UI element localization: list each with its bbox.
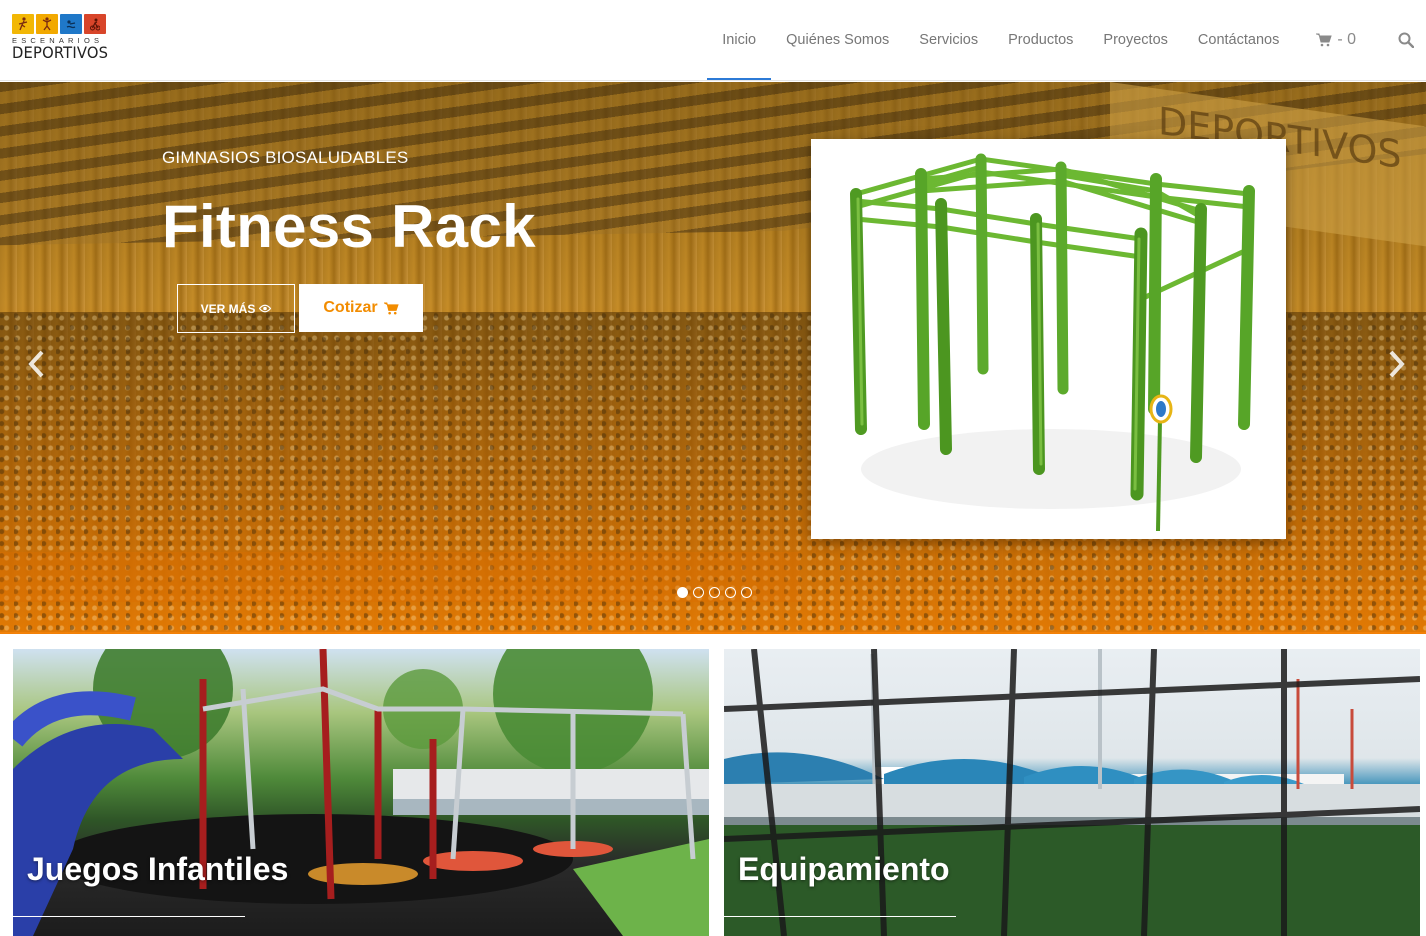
fitness-rack-illustration bbox=[850, 153, 1255, 532]
chevron-left-icon bbox=[28, 350, 44, 378]
logo-tile-swimmer bbox=[60, 14, 82, 34]
logo-tile-runner bbox=[12, 14, 34, 34]
nav-item-proyectos[interactable]: Proyectos bbox=[1088, 0, 1182, 80]
slider-dot-1[interactable] bbox=[677, 587, 688, 598]
logo-tile-gymnast bbox=[36, 14, 58, 34]
nav-item-servicios[interactable]: Servicios bbox=[904, 0, 993, 80]
cart-button[interactable]: - 0 bbox=[1294, 0, 1378, 80]
nav-item-quienes-somos[interactable]: Quiénes Somos bbox=[771, 0, 904, 80]
eye-icon bbox=[259, 304, 272, 313]
ver-mas-label: VER MÁS bbox=[200, 301, 256, 316]
shopping-cart-icon bbox=[383, 301, 399, 314]
main-nav: Inicio Quiénes Somos Servicios Productos… bbox=[707, 0, 1426, 80]
slider-dot-4[interactable] bbox=[725, 587, 736, 598]
search-icon bbox=[1398, 32, 1414, 48]
ver-mas-button[interactable]: VER MÁS bbox=[177, 284, 295, 333]
category-underline bbox=[724, 916, 956, 917]
brand-logo[interactable]: ESCENARIOS DEPORTIVOS bbox=[12, 14, 108, 66]
site-header: ESCENARIOS DEPORTIVOS Inicio Quiénes Som… bbox=[0, 0, 1426, 81]
category-tile-equipamiento[interactable]: Equipamiento bbox=[724, 649, 1420, 936]
product-image-fitness-rack bbox=[811, 139, 1286, 539]
cotizar-button[interactable]: Cotizar bbox=[299, 284, 423, 332]
hero-kicker: GIMNASIOS BIOSALUDABLES bbox=[162, 148, 409, 167]
slider-dot-2[interactable] bbox=[693, 587, 704, 598]
slider-pagination bbox=[677, 587, 752, 598]
shopping-cart-icon bbox=[1316, 33, 1333, 47]
cart-count: - 0 bbox=[1337, 31, 1356, 48]
logo-tile-cyclist bbox=[84, 14, 106, 34]
slider-dot-3[interactable] bbox=[709, 587, 720, 598]
nav-item-inicio[interactable]: Inicio bbox=[707, 0, 771, 80]
category-tile-juegos-infantiles[interactable]: Juegos Infantiles bbox=[13, 649, 709, 936]
playground-photo bbox=[13, 649, 709, 936]
slider-next-button[interactable] bbox=[1385, 346, 1409, 382]
search-button[interactable] bbox=[1378, 0, 1426, 80]
logo-wordmark: DEPORTIVOS bbox=[12, 43, 109, 62]
logo-tiles bbox=[12, 14, 108, 34]
slider-prev-button[interactable] bbox=[24, 346, 48, 382]
nav-item-contactanos[interactable]: Contáctanos bbox=[1183, 0, 1294, 80]
category-title: Equipamiento bbox=[738, 851, 950, 887]
category-underline bbox=[13, 916, 245, 917]
nav-item-productos[interactable]: Productos bbox=[993, 0, 1088, 80]
hero-title: Fitness Rack bbox=[162, 193, 536, 260]
cotizar-label: Cotizar bbox=[323, 299, 378, 316]
category-title: Juegos Infantiles bbox=[27, 851, 289, 887]
hero-slider: DEPORTIVOS GIMNASIOS BIOSALUDABLES Fitne… bbox=[0, 82, 1426, 634]
slider-dot-5[interactable] bbox=[741, 587, 752, 598]
chevron-right-icon bbox=[1389, 350, 1405, 378]
stadium-net-photo bbox=[724, 649, 1420, 936]
